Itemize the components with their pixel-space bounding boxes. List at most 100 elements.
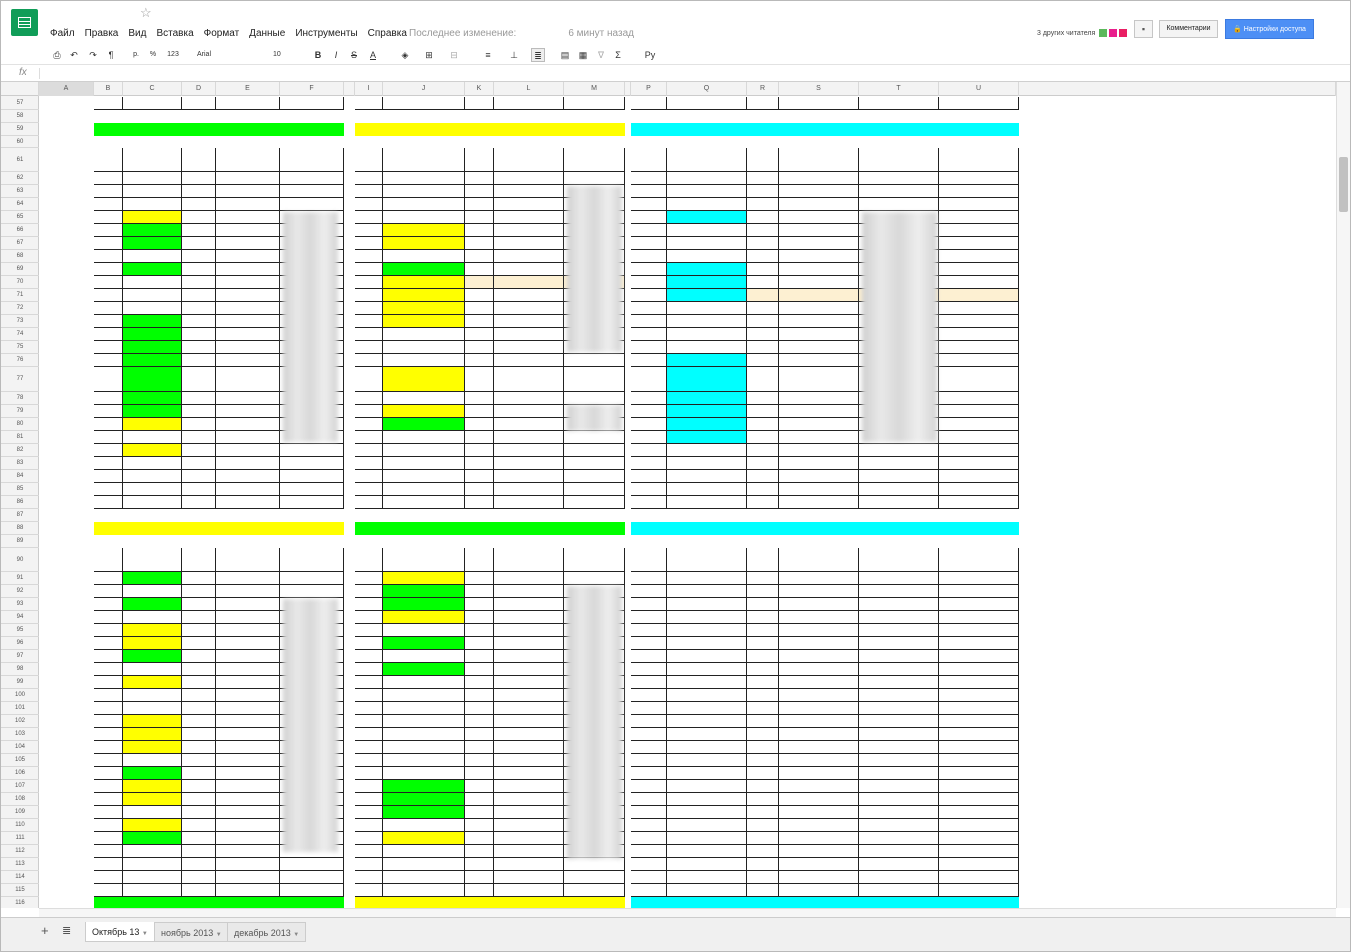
cell[interactable] xyxy=(667,97,747,110)
age-cell[interactable] xyxy=(182,624,216,637)
phone-cell[interactable] xyxy=(859,689,939,702)
cell[interactable] xyxy=(631,97,667,110)
child-name-cell[interactable] xyxy=(123,367,182,392)
age-cell[interactable] xyxy=(182,237,216,250)
age-cell[interactable] xyxy=(747,185,779,198)
parent-cell[interactable] xyxy=(779,819,859,832)
column-title[interactable] xyxy=(182,548,216,572)
age-cell[interactable] xyxy=(182,224,216,237)
parent-cell[interactable] xyxy=(779,871,859,884)
time-cell[interactable] xyxy=(631,871,667,884)
age-cell[interactable] xyxy=(182,845,216,858)
row-header[interactable]: 69 xyxy=(1,263,39,276)
row-header[interactable]: 105 xyxy=(1,754,39,767)
column-header[interactable]: J xyxy=(383,82,465,96)
cell[interactable] xyxy=(465,172,494,185)
parent-cell[interactable] xyxy=(216,496,280,509)
parent-cell[interactable] xyxy=(494,418,564,431)
number-format-button[interactable]: 123 xyxy=(164,48,182,62)
child-name-cell[interactable] xyxy=(123,832,182,845)
column-header[interactable]: Q xyxy=(667,82,747,96)
parent-cell[interactable] xyxy=(494,637,564,650)
parent-cell[interactable] xyxy=(779,728,859,741)
age-cell[interactable] xyxy=(465,650,494,663)
time-cell[interactable] xyxy=(355,663,383,676)
child-name-cell[interactable] xyxy=(667,418,747,431)
row-header[interactable]: 59 xyxy=(1,123,39,136)
time-cell[interactable] xyxy=(94,624,123,637)
row-header[interactable]: 89 xyxy=(1,535,39,548)
chevron-down-icon[interactable]: ▼ xyxy=(293,932,299,938)
note-cell[interactable] xyxy=(939,702,1019,715)
phone-cell[interactable] xyxy=(280,185,344,198)
time-cell[interactable] xyxy=(631,418,667,431)
child-name-cell[interactable] xyxy=(667,392,747,405)
phone-cell[interactable] xyxy=(859,741,939,754)
child-name-cell[interactable] xyxy=(667,496,747,509)
age-cell[interactable] xyxy=(182,793,216,806)
age-cell[interactable] xyxy=(182,302,216,315)
time-cell[interactable] xyxy=(631,185,667,198)
age-cell[interactable] xyxy=(747,845,779,858)
row-header[interactable]: 104 xyxy=(1,741,39,754)
slot-number[interactable] xyxy=(39,858,94,871)
age-cell[interactable] xyxy=(465,611,494,624)
age-cell[interactable] xyxy=(182,754,216,767)
child-name-cell[interactable] xyxy=(123,637,182,650)
child-name-cell[interactable] xyxy=(123,728,182,741)
cell[interactable] xyxy=(631,572,667,585)
font-size-select[interactable]: 10 xyxy=(273,48,295,62)
age-cell[interactable] xyxy=(747,806,779,819)
child-name-cell[interactable] xyxy=(383,185,465,198)
parent-cell[interactable] xyxy=(216,250,280,263)
cell[interactable] xyxy=(355,572,383,585)
age-cell[interactable] xyxy=(747,611,779,624)
child-name-cell[interactable] xyxy=(667,198,747,211)
age-cell[interactable] xyxy=(182,780,216,793)
child-name-cell[interactable] xyxy=(383,676,465,689)
parent-cell[interactable] xyxy=(779,754,859,767)
slot-number[interactable] xyxy=(39,237,94,250)
age-cell[interactable] xyxy=(747,198,779,211)
slot-number[interactable] xyxy=(39,806,94,819)
slot-number[interactable] xyxy=(39,624,94,637)
parent-cell[interactable] xyxy=(216,276,280,289)
slot-number[interactable] xyxy=(39,598,94,611)
parent-cell[interactable] xyxy=(779,224,859,237)
time-cell[interactable] xyxy=(94,354,123,367)
time-cell[interactable] xyxy=(94,405,123,418)
row-header[interactable]: 93 xyxy=(1,598,39,611)
time-cell[interactable] xyxy=(631,702,667,715)
row-header[interactable]: 107 xyxy=(1,780,39,793)
add-sheet-icon[interactable]: + xyxy=(41,923,49,938)
menu-item-2[interactable]: Вид xyxy=(128,28,146,39)
parent-cell[interactable] xyxy=(779,431,859,444)
parent-cell[interactable] xyxy=(779,444,859,457)
horizontal-scrollbar[interactable] xyxy=(39,908,1336,917)
time-cell[interactable] xyxy=(631,367,667,392)
row-header[interactable]: 100 xyxy=(1,689,39,702)
staff-band[interactable] xyxy=(355,123,625,136)
note-cell[interactable] xyxy=(939,289,1019,302)
cell[interactable] xyxy=(465,97,494,110)
child-name-cell[interactable] xyxy=(383,444,465,457)
align-left-icon[interactable]: ≡ xyxy=(481,48,495,62)
age-cell[interactable] xyxy=(182,444,216,457)
time-cell[interactable] xyxy=(355,819,383,832)
time-cell[interactable] xyxy=(355,689,383,702)
slot-number[interactable] xyxy=(39,676,94,689)
weekday-cell[interactable] xyxy=(39,548,94,572)
parent-cell[interactable] xyxy=(216,341,280,354)
time-cell[interactable] xyxy=(94,289,123,302)
parent-cell[interactable] xyxy=(779,845,859,858)
child-name-cell[interactable] xyxy=(383,767,465,780)
parent-cell[interactable] xyxy=(216,845,280,858)
parent-cell[interactable] xyxy=(779,806,859,819)
note-cell[interactable] xyxy=(939,185,1019,198)
redo-icon[interactable]: ↷ xyxy=(87,48,99,62)
child-name-cell[interactable] xyxy=(667,457,747,470)
age-cell[interactable] xyxy=(465,302,494,315)
date-cell[interactable] xyxy=(39,136,94,148)
column-title[interactable] xyxy=(216,148,280,172)
parent-cell[interactable] xyxy=(216,637,280,650)
